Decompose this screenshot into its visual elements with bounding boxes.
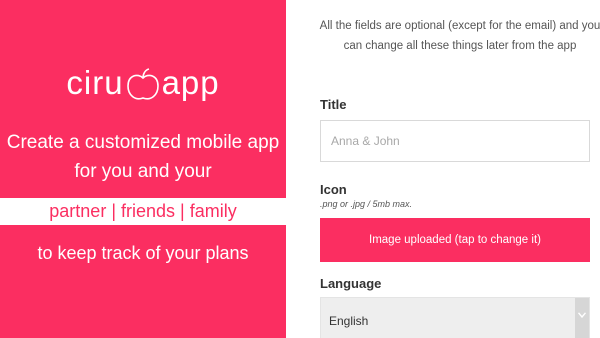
audience-highlight: partner | friends | family bbox=[0, 198, 286, 225]
icon-upload-button[interactable]: Image uploaded (tap to change it) bbox=[320, 218, 590, 262]
language-label: Language bbox=[320, 276, 382, 291]
promo-line-1: Create a customized mobile app bbox=[6, 132, 280, 153]
brand-logo: ciru app bbox=[0, 58, 286, 108]
promo-tagline: Create a customized mobile app for you a… bbox=[0, 128, 286, 186]
app-setup-form: All the fields are optional (except for … bbox=[320, 0, 600, 338]
app-onboarding-page: ciru app Create a customized mobile app … bbox=[0, 0, 600, 338]
chevron-down-icon[interactable] bbox=[575, 298, 589, 338]
logo-text-right: app bbox=[161, 64, 220, 101]
language-select[interactable]: English bbox=[320, 297, 590, 338]
language-selected-value: English bbox=[329, 314, 369, 328]
promo-line-2: for you and your bbox=[74, 161, 212, 182]
apple-icon bbox=[125, 67, 161, 103]
icon-label: Icon bbox=[320, 182, 347, 197]
title-input[interactable] bbox=[320, 120, 590, 162]
icon-format-hint: .png or .jpg / 5mb max. bbox=[320, 199, 413, 209]
optional-fields-notice: All the fields are optional (except for … bbox=[319, 20, 600, 52]
promo-panel: ciru app Create a customized mobile app … bbox=[0, 0, 286, 338]
promo-line-3: to keep track of your plans bbox=[37, 243, 249, 263]
title-label: Title bbox=[320, 97, 347, 112]
logo-text-left: ciru bbox=[66, 64, 124, 101]
